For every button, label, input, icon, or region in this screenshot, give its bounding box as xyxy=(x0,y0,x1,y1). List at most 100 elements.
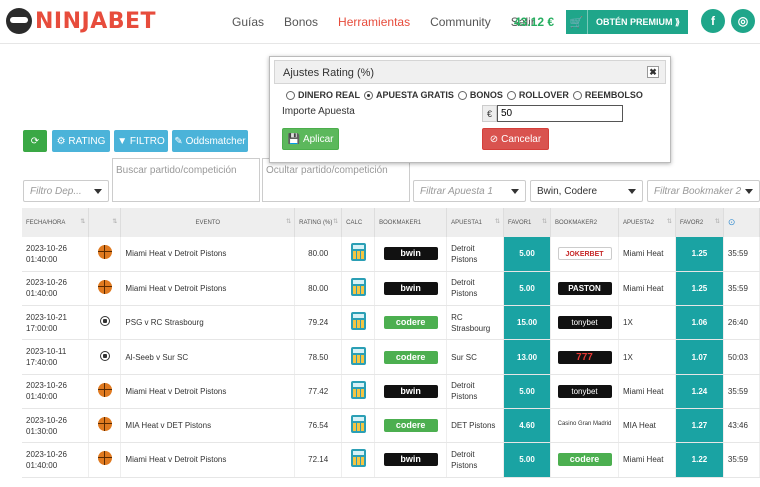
cell-bookmaker2[interactable]: Casino Gran Madrid xyxy=(550,408,619,444)
cell-evento[interactable]: Miami Heat v Detroit Pistons xyxy=(120,374,296,409)
ocultar-input[interactable]: Ocultar partido/competición xyxy=(262,158,410,202)
aplicar-button[interactable]: 💾 Aplicar xyxy=(282,128,339,150)
cell-evento[interactable]: Al-Seeb v Sur SC xyxy=(120,339,296,375)
calculator-icon[interactable] xyxy=(350,312,366,331)
bookmaker1-logo[interactable]: bwin xyxy=(383,453,438,467)
filter-bookmaker1-select[interactable]: Bwin, Codere xyxy=(530,180,643,202)
cell-calc[interactable] xyxy=(341,339,376,375)
calculator-icon[interactable] xyxy=(350,346,366,365)
cell-evento[interactable]: Miami Heat v Detroit Pistons xyxy=(120,237,296,272)
calculator-icon[interactable] xyxy=(350,415,366,434)
radio-apuesta-gratis[interactable]: APUESTA GRATIS xyxy=(364,90,454,100)
cell-bookmaker2[interactable]: 777 xyxy=(550,339,619,375)
cell-bookmaker2[interactable]: codere xyxy=(550,442,619,478)
cell-calc[interactable] xyxy=(341,408,376,444)
filter-deporte-select[interactable]: Filtro Dep... xyxy=(23,180,109,202)
col-evento[interactable]: EVENTO ⇅ xyxy=(120,208,296,237)
table-row[interactable]: 2023-10-21 17:00:00 PSG v RC Strasbourg 79.… xyxy=(22,305,760,341)
cell-calc[interactable] xyxy=(341,237,376,272)
col-fecha[interactable]: FECHA/HORA ⇅ xyxy=(22,208,90,237)
table-row[interactable]: 2023-10-26 01:40:00 Miami Heat v Detroit P… xyxy=(22,442,760,478)
calculator-icon[interactable] xyxy=(350,449,366,468)
col-favor1[interactable]: FAVOR1 ⇅ xyxy=(503,208,552,237)
close-icon[interactable]: ✖ xyxy=(647,66,659,78)
col-favor2[interactable]: FAVOR2 ⇅ xyxy=(675,208,724,237)
filter-apuesta1-placeholder: Filtrar Apuesta 1 xyxy=(420,186,493,197)
col-sport[interactable]: ⇅ xyxy=(88,208,122,237)
cell-evento[interactable]: MIA Heat v DET Pistons xyxy=(120,408,296,444)
bookmaker2-logo[interactable]: PASTON xyxy=(557,281,612,295)
radio-reembolso[interactable]: REEMBOLSO xyxy=(572,90,643,100)
calculator-icon[interactable] xyxy=(350,243,366,262)
cell-bookmaker2[interactable]: JOKERBET xyxy=(550,237,619,272)
chevron-down-icon xyxy=(745,189,753,194)
cell-favor2: 1.25 xyxy=(675,271,724,307)
cell-time-left: 35:59 xyxy=(723,442,760,478)
cell-calc[interactable] xyxy=(341,305,376,341)
filter-bookmaker2-select[interactable]: Filtrar Bookmaker 2 xyxy=(647,180,760,202)
cell-calc[interactable] xyxy=(341,374,376,409)
calculator-icon[interactable] xyxy=(350,277,366,296)
table-row[interactable]: 2023-10-26 01:40:00 Miami Heat v Detroit P… xyxy=(22,271,760,307)
cell-bookmaker2[interactable]: tonybet xyxy=(550,305,619,341)
col-time[interactable]: ⊙ xyxy=(723,208,760,237)
calculator-icon[interactable] xyxy=(350,380,366,399)
filtro-button[interactable]: ▼ FILTRO xyxy=(114,130,168,152)
radio-dinero-real[interactable]: DINERO REAL xyxy=(286,90,360,100)
bookmaker2-logo[interactable]: tonybet xyxy=(557,316,612,330)
cell-apuesta2: Miami Heat xyxy=(618,237,676,272)
bookmaker2-logo[interactable]: 777 xyxy=(557,350,612,364)
cell-evento[interactable]: Miami Heat v Detroit Pistons xyxy=(120,271,296,307)
modal-title: Ajustes Rating (%) xyxy=(283,67,375,79)
bookmaker2-logo[interactable]: codere xyxy=(557,453,612,467)
importe-input[interactable] xyxy=(497,105,623,122)
bookmaker1-logo[interactable]: codere xyxy=(383,419,438,433)
cell-fecha: 2023-10-26 01:30:00 xyxy=(22,408,90,444)
table-row[interactable]: 2023-10-11 17:40:00 Al-Seeb v Sur SC 78.50 c… xyxy=(22,339,760,375)
bookmaker1-logo[interactable]: codere xyxy=(383,350,438,364)
cell-bookmaker1[interactable]: bwin xyxy=(374,271,448,307)
nav-bonos[interactable]: Bonos xyxy=(284,15,318,29)
cancelar-button[interactable]: ⊘ Cancelar xyxy=(482,128,549,150)
bookmaker1-logo[interactable]: codere xyxy=(383,316,438,330)
bookmaker2-logo[interactable]: JOKERBET xyxy=(557,247,612,261)
bookmaker2-logo[interactable]: Casino Gran Madrid xyxy=(557,421,612,435)
table-row[interactable]: 2023-10-26 01:40:00 Miami Heat v Detroit P… xyxy=(22,374,760,409)
bookmaker1-logo[interactable]: bwin xyxy=(383,384,438,398)
table-row[interactable]: 2023-10-26 01:40:00 Miami Heat v Detroit P… xyxy=(22,237,760,272)
cell-bookmaker1[interactable]: bwin xyxy=(374,374,448,409)
cell-calc[interactable] xyxy=(341,271,376,307)
cell-bookmaker1[interactable]: codere xyxy=(374,408,448,444)
cell-bookmaker1[interactable]: codere xyxy=(374,305,448,341)
bookmaker1-logo[interactable]: bwin xyxy=(383,281,438,295)
instagram-icon[interactable]: ◎ xyxy=(731,9,755,33)
bookmaker1-logo[interactable]: bwin xyxy=(383,247,438,261)
premium-button[interactable]: 🛒 OBTÉN PREMIUM ⟫ xyxy=(566,10,688,34)
col-rating[interactable]: RATING (%) ⇅ xyxy=(294,208,343,237)
save-icon: 💾 xyxy=(287,133,300,145)
cell-evento[interactable]: Miami Heat v Detroit Pistons xyxy=(120,442,296,478)
radio-rollover[interactable]: ROLLOVER xyxy=(506,90,569,100)
cell-bookmaker1[interactable]: codere xyxy=(374,339,448,375)
bookmaker2-logo[interactable]: tonybet xyxy=(557,384,612,398)
filter-apuesta1-select[interactable]: Filtrar Apuesta 1 xyxy=(413,180,526,202)
cell-bookmaker2[interactable]: PASTON xyxy=(550,271,619,307)
cell-evento[interactable]: PSG v RC Strasbourg xyxy=(120,305,296,341)
nav-community[interactable]: Community xyxy=(430,15,491,29)
cell-bookmaker1[interactable]: bwin xyxy=(374,442,448,478)
radio-bonos[interactable]: BONOS xyxy=(457,90,503,100)
facebook-icon[interactable]: f xyxy=(701,9,725,33)
table-row[interactable]: 2023-10-26 01:30:00 MIA Heat v DET Pistons… xyxy=(22,408,760,444)
col-apuesta2[interactable]: APUESTA2 ⇅ xyxy=(618,208,676,237)
refresh-button[interactable]: ⟳ xyxy=(23,130,47,152)
cell-bookmaker2[interactable]: tonybet xyxy=(550,374,619,409)
logo[interactable]: NINJABET xyxy=(6,8,156,34)
cell-bookmaker1[interactable]: bwin xyxy=(374,237,448,272)
oddsmatcher-button[interactable]: ✎ Oddsmatcher xyxy=(172,130,248,152)
buscar-input[interactable]: Buscar partido/competición xyxy=(112,158,260,202)
col-apuesta1[interactable]: APUESTA1 ⇅ xyxy=(446,208,505,237)
nav-guias[interactable]: Guías xyxy=(232,15,264,29)
rating-button[interactable]: ⚙ RATING xyxy=(52,130,110,152)
cell-calc[interactable] xyxy=(341,442,376,478)
nav-herramientas[interactable]: Herramientas xyxy=(338,15,410,29)
